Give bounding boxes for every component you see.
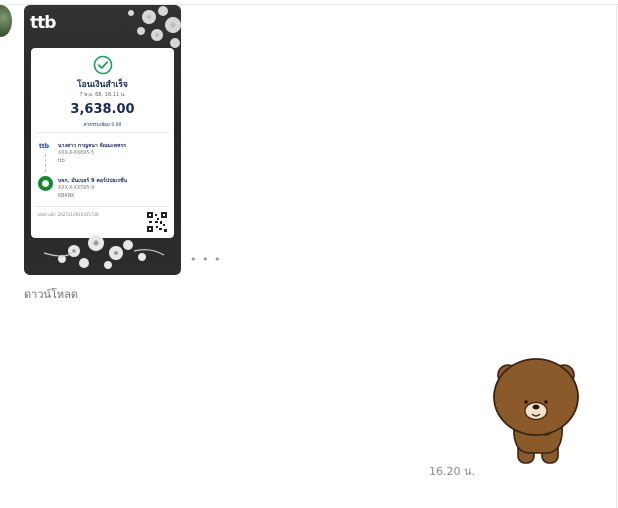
download-link[interactable]: ดาวน์โหลด [24,285,78,303]
flower-decoration-bottom [43,235,165,269]
kbank-icon [38,176,53,191]
transfer-arrow-line [45,154,47,172]
slip-divider [36,132,169,133]
slip-date: 7 พ.ย. 68, 16:11 น. [79,92,126,98]
slip-fee: ค่าธรรมเนียม 0.00 [83,123,122,128]
slip-status: โอนเงินสำเร็จ [77,80,128,90]
avatar[interactable] [0,5,12,37]
more-options-button[interactable]: • • • [190,253,221,266]
chat-right-border [616,4,617,508]
transfer-slip-image[interactable]: ttb โอนเงินสำเร็จ 7 พ.ย. 68, 16:11 น. 3,… [24,5,181,275]
ttb-bank-icon: ttb [39,143,50,150]
slip-card: โอนเงินสำเร็จ 7 พ.ย. 68, 16:11 น. 3,638.… [31,48,174,238]
receiver-name: บจก. มันเบอร์ 9 คอร์ปปอเรชั่น [58,178,128,184]
flower-decoration-top [128,6,181,48]
sender-account: XXX-X-XX695-5 [58,151,95,156]
qr-code-icon [147,212,167,232]
slip-reference: รหัสอ้างอิง: 2025110916335736 [37,212,99,217]
slip-amount: 3,638.00 [70,102,135,117]
sender-name: นางสาว กาญจนา จัณมะหหรร [58,143,127,149]
receiver-bank: KBANK [58,194,75,199]
check-circle-icon [93,55,113,75]
receiver-account: XXX-X-XX595-9 [58,186,95,191]
slip-divider [36,206,169,207]
bank-logo: ttb [30,13,56,33]
sender-bank: ttb [58,159,65,164]
brown-bear-sticker[interactable] [490,353,586,469]
sent-timestamp: 16.20 น. [429,465,476,478]
